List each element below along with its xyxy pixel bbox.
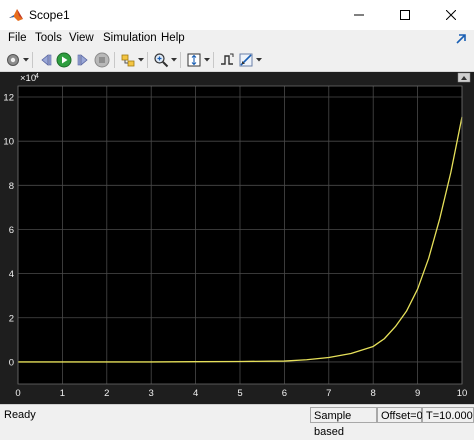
maximize-button[interactable] <box>382 0 428 30</box>
status-ready: Ready <box>4 409 36 421</box>
chevron-down-icon <box>204 58 210 62</box>
zoom-dropdown[interactable] <box>171 55 177 65</box>
run-icon <box>56 52 72 68</box>
menu-tools[interactable]: Tools <box>35 32 62 44</box>
dock-arrow-icon[interactable] <box>454 32 468 46</box>
step-forward-button[interactable] <box>74 51 92 69</box>
minimize-button[interactable] <box>336 0 382 30</box>
menu-simulation[interactable]: Simulation <box>103 32 157 44</box>
chevron-down-icon <box>256 58 262 62</box>
settings-button[interactable] <box>4 51 22 69</box>
y-tick-label: 6 <box>9 225 14 236</box>
x-tick-label: 0 <box>15 388 20 399</box>
y-tick-label: 8 <box>9 181 14 192</box>
autoscale-button[interactable] <box>185 51 203 69</box>
step-back-icon <box>41 54 52 66</box>
menu-help[interactable]: Help <box>161 32 185 44</box>
step-forward-icon <box>77 54 88 66</box>
menu-file[interactable]: File <box>8 32 27 44</box>
scope-display[interactable]: 0 2 4 6 8 10 12 0 1 2 3 4 5 6 7 8 9 10 ×10 4 <box>0 72 474 404</box>
x-tick-label: 10 <box>457 388 468 399</box>
triggers-icon <box>221 53 234 65</box>
toolbar-separator <box>32 52 33 68</box>
time-indicator: T=10.000 <box>422 407 474 423</box>
autoscale-icon <box>187 53 201 67</box>
x-tick-label: 6 <box>282 388 287 399</box>
scope-plot[interactable]: 024681012 0 1 2 3 4 5 6 7 8 9 10 ×10 4 <box>0 72 474 404</box>
toolbar-separator <box>147 52 148 68</box>
toolbar-separator <box>180 52 181 68</box>
measurements-dropdown[interactable] <box>256 55 262 65</box>
x-tick-label: 2 <box>104 388 109 399</box>
maximize-icon <box>400 10 410 20</box>
cursor-measurements-button[interactable] <box>237 51 255 69</box>
toolbar <box>0 49 474 72</box>
x-tick-label: 3 <box>149 388 154 399</box>
triggers-button[interactable] <box>218 51 236 69</box>
y-tick-label: 12 <box>3 93 14 104</box>
highlight-dropdown[interactable] <box>138 55 144 65</box>
menu-bar: File Tools View Simulation Help <box>0 30 474 49</box>
status-bar: Ready Sample based Offset=0 T=10.000 <box>0 404 474 438</box>
run-button[interactable] <box>55 51 73 69</box>
stop-icon <box>94 52 110 68</box>
settings-icon <box>7 54 19 66</box>
toolbar-separator <box>114 52 115 68</box>
y-tick-label: 4 <box>9 269 14 280</box>
zoom-button[interactable] <box>152 51 170 69</box>
close-icon <box>446 10 456 20</box>
minimize-icon <box>354 14 364 16</box>
y-exponent-power: 4 <box>35 73 39 80</box>
x-tick-label: 9 <box>415 388 420 399</box>
menu-view[interactable]: View <box>69 32 94 44</box>
x-tick-labels: 0 1 2 3 4 5 6 7 8 9 10 <box>15 388 467 399</box>
chevron-down-icon <box>171 58 177 62</box>
toolbar-separator <box>213 52 214 68</box>
x-tick-label: 4 <box>193 388 198 399</box>
x-tick-label: 8 <box>371 388 376 399</box>
autoscale-dropdown[interactable] <box>204 55 210 65</box>
settings-dropdown[interactable] <box>23 55 29 65</box>
highlight-block-icon <box>121 54 135 67</box>
title-bar: Scope1 <box>0 0 474 31</box>
cursor-measurements-icon <box>239 53 253 67</box>
x-tick-label: 7 <box>326 388 331 399</box>
y-tick-label: 10 <box>3 137 14 148</box>
step-back-button[interactable] <box>37 51 55 69</box>
zoom-icon <box>154 53 169 68</box>
stop-button[interactable] <box>93 51 111 69</box>
highlight-block-button[interactable] <box>119 51 137 69</box>
y-exponent-base: ×10 <box>20 73 36 84</box>
sample-mode-indicator: Sample based <box>310 407 377 438</box>
y-tick-label: 0 <box>9 357 14 368</box>
close-button[interactable] <box>428 0 474 30</box>
chevron-down-icon <box>23 58 29 62</box>
window-title: Scope1 <box>29 8 70 22</box>
chevron-down-icon <box>138 58 144 62</box>
matlab-icon <box>9 9 23 21</box>
x-tick-label: 1 <box>60 388 65 399</box>
y-tick-label: 2 <box>9 313 14 324</box>
y-tick-labels: 0 2 4 6 8 10 12 <box>3 93 14 369</box>
x-tick-label: 5 <box>237 388 242 399</box>
offset-indicator: Offset=0 <box>377 407 423 423</box>
